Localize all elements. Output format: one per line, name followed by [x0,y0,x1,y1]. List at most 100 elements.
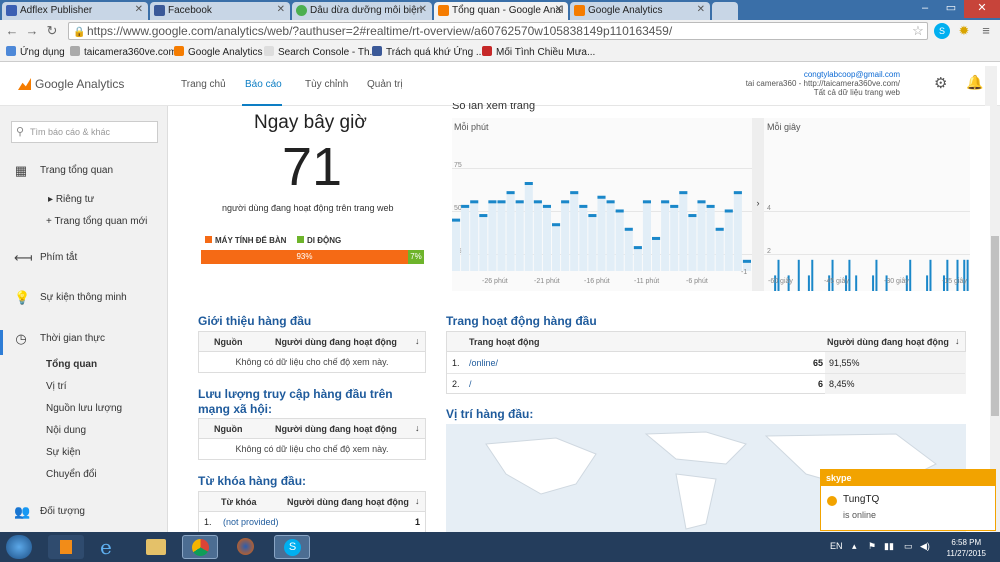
skype-taskbar-icon[interactable]: S [274,535,310,559]
ga-logo[interactable]: Google Analytics [18,77,124,91]
col-source[interactable]: Nguồn [214,337,243,347]
clock[interactable]: 6:58 PM 11/27/2015 [947,537,986,559]
people-icon: 👥 [14,504,31,519]
nav-home[interactable]: Trang chủ [181,79,226,90]
bookmark-taicamera[interactable]: taicamera360ve.com [70,46,177,58]
url-input[interactable]: 🔒 https://www.google.com/analytics/web/?a… [68,22,928,40]
back-arrow-icon[interactable]: ← [4,23,20,39]
sidebar-item-realtime[interactable]: Thời gian thực [40,333,105,344]
close-icon[interactable]: ✕ [135,4,143,15]
tab-ga[interactable]: Google Analytics ✕ [570,2,710,20]
keyword-link[interactable]: (not provided) [223,517,279,527]
nav-customize[interactable]: Tùy chỉnh [305,79,348,90]
sidebar-item-rt-location[interactable]: Vị trí [46,381,67,392]
search-input[interactable]: ⚲ Tìm báo cáo & khác [11,121,158,143]
scrollbar-thumb[interactable] [991,236,999,416]
window-close-button[interactable]: ✕ [964,0,1000,18]
close-icon[interactable]: ✕ [555,4,563,15]
media-player-icon[interactable] [48,535,84,559]
skype-notification[interactable]: skype TungTQ is online [820,469,996,531]
tray-flag-icon[interactable]: ⚑ [868,541,876,552]
chart-area [542,204,551,271]
col-users[interactable]: Người dùng đang hoạt động [275,424,397,434]
col-page[interactable]: Trang hoạt động [469,337,540,347]
chart-area [461,204,470,271]
nav-admin[interactable]: Quản trị [367,79,403,90]
reload-icon[interactable]: ↻ [44,23,60,39]
tray-arrow-icon[interactable]: ▴ [852,541,857,552]
chart-area [579,204,588,271]
tab-ga-overview[interactable]: Tổng quan - Google Anal ✕ [434,2,568,20]
sidebar-item-private[interactable]: ▸ Riêng tư [48,194,94,205]
taskbar: e S EN ▴ ⚑ ▮▮ ▭ ◀) 6:58 PM 11/27/2015 [0,532,1000,562]
bookmark-search-console[interactable]: Search Console - Th... [264,46,378,58]
sidebar-item-new-dashboard[interactable]: + Trang tổng quan mới [46,216,147,227]
gear-icon[interactable]: ⚙ [934,74,947,92]
sort-arrow-icon[interactable]: ↓ [415,423,420,433]
legend-desktop-label: MÁY TÍNH ĐỂ BÀN [215,236,287,245]
col-users[interactable]: Người dùng đang hoạt động [287,497,409,507]
close-icon[interactable]: ✕ [697,4,705,15]
account-selector[interactable]: congtylabcoop@gmail.com tai camera360 - … [746,70,900,97]
page-users: 6 [817,379,823,389]
bell-icon[interactable]: 🔔 [966,74,983,91]
tab-adflex[interactable]: Adflex Publisher ✕ [2,2,148,20]
bookmark-apps[interactable]: Ứng dụng [6,46,65,58]
sort-arrow-icon[interactable]: ↓ [415,336,420,346]
sort-arrow-icon[interactable]: ↓ [955,336,960,346]
sidebar-item-rt-conversions[interactable]: Chuyển đổi [46,469,97,480]
chart-nav-arrow-icon[interactable]: › [752,118,764,291]
start-button[interactable] [6,535,32,559]
col-source[interactable]: Nguồn [214,424,243,434]
sidebar-item-shortcuts[interactable]: Phím tắt [40,252,77,263]
sidebar-item-rt-events[interactable]: Sự kiện [46,447,81,458]
tab-product[interactable]: Dâu dừa dưỡng môi biện ✕ [292,2,432,20]
tray-battery-icon[interactable]: ▭ [904,541,913,552]
analytics-icon [174,46,184,56]
col-users[interactable]: Người dùng đang hoạt động [275,337,397,347]
bookmark-ga[interactable]: Google Analytics [174,46,263,58]
page-link[interactable]: / [469,379,472,389]
explorer-icon[interactable] [138,535,174,559]
grid-icon: ▦ [14,163,28,178]
forward-arrow-icon[interactable]: → [24,23,40,39]
language-indicator[interactable]: EN [830,541,843,551]
ie-icon[interactable]: e [92,535,128,559]
bookmark-trach[interactable]: Trách quá khứ Ứng ... [372,46,484,58]
star-icon[interactable]: ☆ [910,23,926,39]
col-keyword[interactable]: Từ khóa [221,497,257,507]
maximize-button[interactable]: ▭ [938,0,964,18]
locations-title: Vị trí hàng đầu: [446,407,534,421]
tab-facebook[interactable]: Facebook ✕ [150,2,290,20]
sidebar-item-intelligence[interactable]: Sự kiện thông minh [40,292,127,303]
close-icon[interactable]: ✕ [277,4,285,15]
chart-area [588,214,597,271]
nav-reports[interactable]: Báo cáo [245,79,282,90]
new-tab-button[interactable] [712,2,738,20]
sidebar-item-rt-traffic[interactable]: Nguồn lưu lượng [46,403,122,414]
x-tick: -11 phút [634,278,660,285]
col-users[interactable]: Người dùng đang hoạt động [827,337,949,347]
page-link[interactable]: /online/ [469,358,498,368]
sidebar-item-audience[interactable]: Đối tượng [40,506,85,517]
skype-extension-icon[interactable]: S [934,23,950,39]
bookmark-moitinh[interactable]: Mối Tình Chiều Mưa... [482,46,595,58]
menu-icon[interactable]: ≡ [978,23,994,39]
extension-icon[interactable]: ✹ [956,23,972,39]
active-pages-title: Trang hoạt động hàng đầu [446,314,597,328]
firefox-shape [237,538,254,555]
sidebar-item-dashboards[interactable]: Trang tổng quan [40,165,113,176]
chart-bar [533,200,542,204]
sidebar-item-rt-content[interactable]: Nội dung [46,425,86,436]
tray-volume-icon[interactable]: ◀) [920,541,930,552]
sort-arrow-icon[interactable]: ↓ [415,496,420,506]
sidebar-item-rt-overview[interactable]: Tổng quan [46,359,97,370]
mobile-swatch [297,236,304,243]
tray-network-icon[interactable]: ▮▮ [884,541,894,552]
legend-mobile: DI ĐỘNG [297,236,341,245]
chart-bar [588,214,597,218]
chrome-icon[interactable] [182,535,218,559]
minimize-button[interactable]: – [912,0,938,18]
close-icon[interactable]: ✕ [419,4,427,15]
firefox-icon[interactable] [228,535,264,559]
